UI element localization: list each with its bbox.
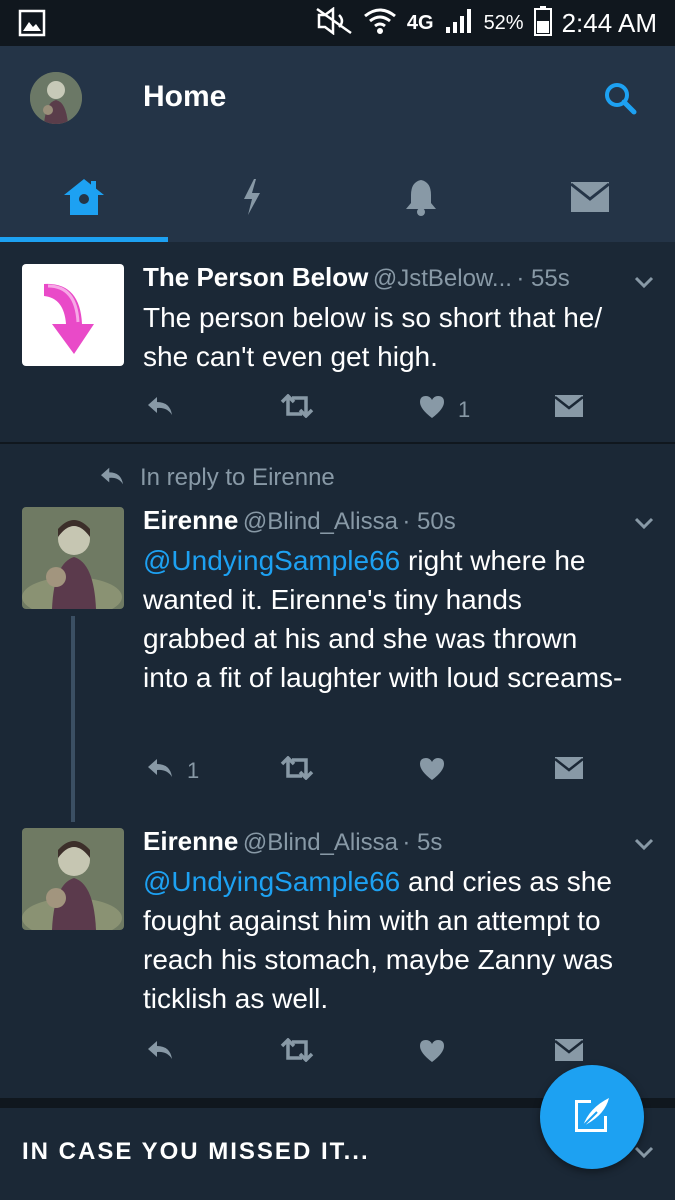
dm-button[interactable] bbox=[554, 394, 584, 424]
like-button[interactable] bbox=[418, 756, 446, 788]
like-button[interactable] bbox=[418, 1038, 446, 1070]
tab-bar bbox=[0, 156, 675, 242]
reply-button[interactable] bbox=[145, 394, 175, 424]
chevron-down-icon bbox=[632, 517, 656, 535]
wifi-icon bbox=[363, 6, 397, 41]
app-header: Home bbox=[0, 46, 675, 242]
compose-tweet-button[interactable] bbox=[540, 1065, 644, 1169]
reply-icon bbox=[98, 465, 126, 492]
retweet-icon bbox=[280, 1037, 314, 1068]
section-heading: IN CASE YOU MISSED IT... bbox=[22, 1138, 370, 1165]
like-count: 1 bbox=[458, 397, 471, 422]
tweet-author-handle[interactable]: @Blind_Alissa bbox=[243, 508, 398, 535]
reply-button[interactable] bbox=[145, 1038, 175, 1068]
tab-messages[interactable] bbox=[506, 156, 674, 242]
heart-icon bbox=[418, 1038, 446, 1070]
dm-button[interactable] bbox=[554, 756, 584, 786]
tweet-timestamp: · 5s bbox=[402, 829, 443, 856]
like-button[interactable]: 1 bbox=[418, 394, 470, 426]
tweet-text: @UndyingSample66 and cries as she fought… bbox=[143, 862, 648, 1018]
mute-icon bbox=[315, 6, 353, 40]
battery-percent: 52% bbox=[483, 11, 524, 34]
tweet-author-name[interactable]: The Person Below bbox=[143, 262, 368, 292]
heart-icon bbox=[418, 394, 446, 426]
tweet-menu-button[interactable] bbox=[632, 515, 656, 531]
envelope-icon bbox=[554, 1038, 584, 1068]
reply-button[interactable]: 1 bbox=[145, 756, 199, 786]
tab-moments[interactable] bbox=[168, 156, 336, 242]
retweet-icon bbox=[280, 755, 314, 786]
reply-context[interactable]: In reply to Eirenne bbox=[98, 464, 335, 492]
tab-home[interactable] bbox=[0, 156, 168, 242]
pink-arrow-icon bbox=[22, 283, 124, 370]
tweet-menu-button[interactable] bbox=[632, 274, 656, 290]
lightning-icon bbox=[240, 177, 264, 222]
compose-feather-icon bbox=[569, 1092, 615, 1143]
tweet-author-name[interactable]: Eirenne bbox=[143, 826, 238, 856]
reply-icon bbox=[145, 394, 175, 424]
clock: 2:44 AM bbox=[561, 7, 657, 38]
page-title: Home bbox=[143, 80, 227, 113]
profile-avatar[interactable] bbox=[30, 72, 82, 124]
reply-icon bbox=[145, 1038, 175, 1068]
reply-count: 1 bbox=[187, 758, 200, 783]
tweet-mention[interactable]: @UndyingSample66 bbox=[143, 545, 400, 576]
envelope-icon bbox=[570, 181, 610, 218]
envelope-icon bbox=[554, 394, 584, 424]
bell-icon bbox=[403, 177, 439, 222]
network-type: 4G bbox=[406, 11, 434, 34]
tweet-author-name[interactable]: Eirenne bbox=[143, 505, 238, 535]
section-menu-button[interactable] bbox=[632, 1144, 656, 1160]
tab-notifications[interactable] bbox=[337, 156, 505, 242]
active-tab-indicator bbox=[0, 237, 168, 242]
tweet-author-handle[interactable]: @JstBelow... bbox=[373, 265, 512, 292]
tweet-author-handle[interactable]: @Blind_Alissa bbox=[243, 829, 398, 856]
gallery-notification-icon bbox=[18, 9, 46, 42]
envelope-icon bbox=[554, 756, 584, 786]
tweet-mention[interactable]: @UndyingSample66 bbox=[143, 866, 400, 897]
tweet-divider bbox=[0, 442, 675, 444]
retweet-icon bbox=[280, 393, 314, 424]
reply-icon bbox=[145, 756, 175, 786]
signal-icon bbox=[444, 7, 474, 40]
tweet-avatar[interactable] bbox=[22, 264, 124, 366]
dm-button[interactable] bbox=[554, 1038, 584, 1068]
tweet-timestamp: · 55s bbox=[516, 265, 570, 292]
search-icon bbox=[600, 83, 640, 122]
home-icon bbox=[62, 177, 106, 222]
tweet-text: The person below is so short that he/ sh… bbox=[143, 298, 648, 376]
retweet-button[interactable] bbox=[280, 1037, 314, 1068]
tweet-body: The person below is so short that he/ sh… bbox=[143, 302, 603, 372]
chevron-down-icon bbox=[632, 276, 656, 294]
heart-icon bbox=[418, 756, 446, 788]
reply-context-label: In reply to Eirenne bbox=[140, 464, 335, 491]
retweet-button[interactable] bbox=[280, 755, 314, 786]
tweet-menu-button[interactable] bbox=[632, 836, 656, 852]
retweet-button[interactable] bbox=[280, 393, 314, 424]
tweet-timestamp: · 50s bbox=[402, 508, 456, 535]
status-bar: 4G 52% 2:44 AM bbox=[0, 0, 675, 46]
tweet-text: @UndyingSample66 right where he wanted i… bbox=[143, 541, 623, 697]
chevron-down-icon bbox=[632, 838, 656, 856]
chevron-down-icon bbox=[632, 1146, 656, 1164]
thread-connector bbox=[71, 616, 75, 822]
tweet-avatar[interactable] bbox=[22, 828, 124, 930]
tweet-avatar[interactable] bbox=[22, 507, 124, 609]
battery-icon bbox=[533, 5, 552, 41]
search-button[interactable] bbox=[600, 78, 640, 118]
